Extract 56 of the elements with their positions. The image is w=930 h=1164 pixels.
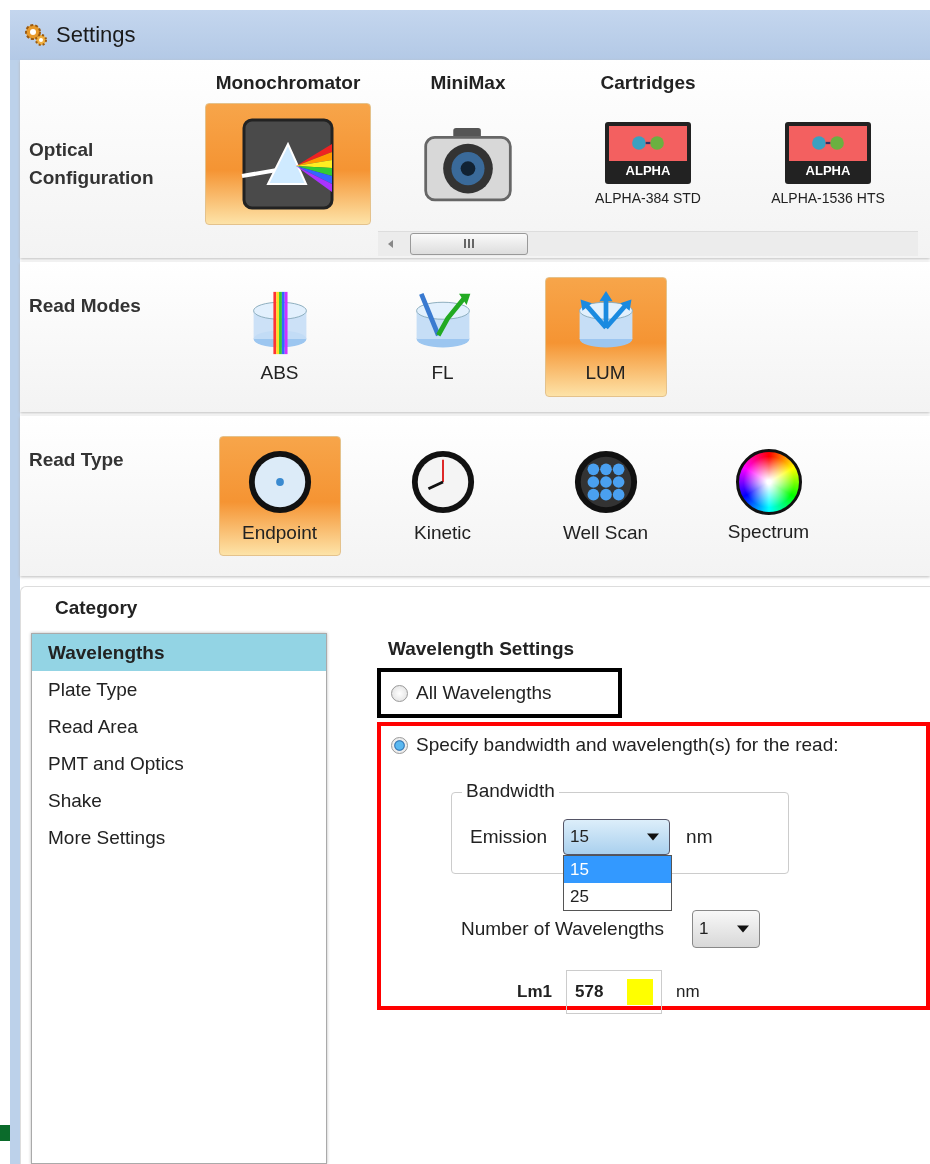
- dropdown-caret-icon: [737, 925, 750, 933]
- option-tile[interactable]: Well Scan: [544, 436, 667, 556]
- option-tile[interactable]: ALPHA ALPHA-384 STD: [565, 103, 731, 225]
- category-item[interactable]: Read Area: [32, 708, 326, 745]
- category-item[interactable]: More Settings: [32, 819, 326, 856]
- category-item[interactable]: Plate Type: [32, 671, 326, 708]
- wavelength-label: Lm1: [517, 982, 552, 1002]
- column-header: Monochromator: [215, 72, 361, 94]
- column-header: MiniMax: [430, 72, 506, 94]
- edge-marker: [0, 1125, 10, 1141]
- option-caption: FL: [431, 362, 454, 384]
- option-caption: Well Scan: [562, 522, 649, 544]
- dropdown-caret-icon: [647, 833, 660, 841]
- column-header: Cartridges: [600, 72, 696, 94]
- radio-button[interactable]: [391, 684, 408, 702]
- option-tile[interactable]: LUM: [544, 277, 667, 397]
- section-label: Read Modes: [29, 294, 141, 318]
- field-label: Emission: [470, 826, 548, 848]
- radio-button[interactable]: [391, 736, 408, 754]
- category-heading: Category: [54, 596, 139, 620]
- category-item[interactable]: Shake: [32, 782, 326, 819]
- gears-icon: [24, 23, 48, 47]
- category-item[interactable]: Wavelengths: [32, 634, 326, 671]
- cartridge-label: ALPHA: [609, 161, 687, 180]
- cartridge-label: ALPHA: [789, 161, 867, 180]
- option-tile[interactable]: Kinetic: [381, 436, 504, 556]
- unit-label: nm: [675, 982, 700, 1002]
- option-caption: Spectrum: [727, 521, 810, 543]
- option-caption: ALPHA-384 STD: [595, 190, 701, 206]
- scroll-left-icon[interactable]: [386, 238, 396, 249]
- option-tile[interactable]: Spectrum: [707, 436, 830, 556]
- option-caption: LUM: [585, 362, 626, 384]
- field-label: Number of Wavelengths: [461, 918, 665, 940]
- option-caption: Kinetic: [414, 522, 471, 544]
- wavelength-input[interactable]: 578: [565, 970, 662, 1014]
- option-caption: ABS: [260, 362, 299, 384]
- unit-label: nm: [686, 826, 713, 848]
- radio-label: All Wavelengths: [416, 682, 552, 704]
- dropdown-option[interactable]: 25: [564, 883, 672, 910]
- scrollbar-thumb[interactable]: [410, 232, 528, 255]
- option-caption: Endpoint: [242, 522, 317, 544]
- option-tile[interactable]: ABS: [218, 277, 341, 397]
- option-caption: ALPHA-1536 HTS: [771, 190, 885, 206]
- section-label: Optical Configuration: [29, 138, 155, 190]
- option-tile[interactable]: FL: [381, 277, 504, 397]
- wavelength-count-dropdown[interactable]: 1: [692, 910, 761, 948]
- window-title: Settings: [56, 22, 136, 48]
- horizontal-scrollbar[interactable]: [378, 230, 918, 256]
- radio-option[interactable]: All Wavelengths: [381, 682, 552, 704]
- radio-label: Specify bandwidth and wavelength(s) for the read:: [416, 734, 839, 756]
- section-heading: Wavelength Settings: [387, 638, 576, 660]
- option-tile[interactable]: Endpoint: [218, 436, 341, 556]
- option-tile[interactable]: ALPHA ALPHA-1536 HTS: [745, 103, 911, 225]
- category-item[interactable]: PMT and Optics: [32, 745, 326, 782]
- option-tile[interactable]: [205, 103, 371, 225]
- section-label: Read Type: [29, 448, 124, 472]
